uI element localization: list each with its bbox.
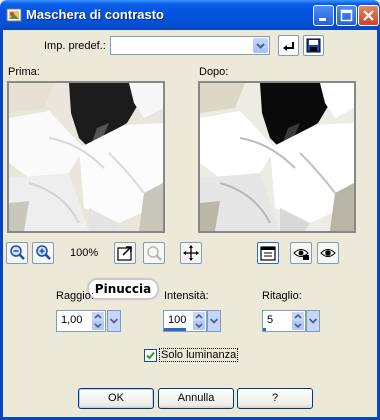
spin-arrows-icon[interactable] xyxy=(92,312,104,330)
app-icon xyxy=(6,8,22,22)
before-preview[interactable] xyxy=(7,81,165,233)
eye-lock-icon xyxy=(293,249,309,260)
pan-arrows-icon xyxy=(183,245,199,261)
close-button[interactable] xyxy=(358,5,379,26)
zoom-out-icon xyxy=(10,245,25,260)
minimize-button[interactable] xyxy=(313,5,334,26)
luminance-label[interactable]: Solo luminanza xyxy=(158,348,239,362)
ok-button[interactable]: OK xyxy=(78,388,154,409)
radius-label: Raggio: xyxy=(56,290,94,302)
radius-value: 1,00 xyxy=(61,314,83,326)
checkmark-icon xyxy=(146,351,155,360)
after-preview-image xyxy=(200,83,354,231)
zoom-reset-button[interactable] xyxy=(143,242,165,264)
luminance-checkbox[interactable] xyxy=(144,349,157,362)
undo-arrow-icon xyxy=(283,42,294,51)
preset-label: Imp. predef.: xyxy=(44,40,106,52)
zoom-in-button[interactable] xyxy=(32,242,54,264)
dialog-window: Maschera di contrasto Imp. predef.: Prim… xyxy=(0,0,380,420)
eye-icon xyxy=(320,249,336,257)
clipping-input[interactable]: 5 xyxy=(262,310,306,332)
preset-dropdown-button[interactable] xyxy=(253,38,268,53)
save-preset-button[interactable] xyxy=(303,35,324,56)
cancel-button[interactable]: Annulla xyxy=(158,388,234,409)
clipping-value: 5 xyxy=(267,314,274,326)
window-title: Maschera di contrasto xyxy=(26,7,164,22)
after-label: Dopo: xyxy=(199,66,229,78)
watermark-text: Pinuccia xyxy=(94,282,152,296)
clipping-label: Ritaglio: xyxy=(262,290,302,302)
intensity-level-bar xyxy=(164,328,186,331)
pan-button[interactable] xyxy=(180,242,202,264)
preview-toggle-button[interactable] xyxy=(257,242,279,264)
zoom-in-icon xyxy=(36,245,51,260)
intensity-dropdown-icon[interactable] xyxy=(207,310,221,332)
minimize-icon xyxy=(319,18,326,21)
zoom-fit-button[interactable] xyxy=(114,242,136,264)
preview-window-icon xyxy=(260,246,276,261)
close-icon xyxy=(363,10,374,21)
window-frame-left xyxy=(0,30,3,420)
preset-select[interactable] xyxy=(110,36,270,55)
before-label: Prima: xyxy=(8,66,40,78)
proof-button[interactable] xyxy=(290,242,312,264)
zoom-out-button[interactable] xyxy=(6,242,28,264)
fit-window-icon xyxy=(117,246,132,261)
zoom-actual-icon xyxy=(147,246,162,261)
chevron-down-icon xyxy=(256,43,265,49)
title-bar[interactable]: Maschera di contrasto xyxy=(0,0,380,30)
before-preview-image xyxy=(9,83,163,231)
spin-arrows-icon[interactable] xyxy=(292,312,304,330)
spin-arrows-icon[interactable] xyxy=(193,312,205,330)
intensity-label: Intensità: xyxy=(164,290,209,302)
save-disk-icon xyxy=(306,38,321,53)
reset-preset-button[interactable] xyxy=(278,35,299,56)
clipping-dropdown-icon[interactable] xyxy=(306,310,320,332)
maximize-icon xyxy=(340,9,353,22)
zoom-level: 100% xyxy=(70,247,99,259)
intensity-input[interactable]: 100 xyxy=(163,310,207,332)
clipping-level-bar xyxy=(263,328,266,331)
maximize-button[interactable] xyxy=(336,5,357,26)
auto-proof-button[interactable] xyxy=(317,242,339,264)
watermark-badge: Pinuccia xyxy=(88,279,158,299)
help-button[interactable]: ? xyxy=(237,388,313,409)
after-preview xyxy=(198,81,356,233)
intensity-value: 100 xyxy=(168,314,187,326)
radius-dropdown-icon[interactable] xyxy=(107,310,121,332)
radius-input[interactable]: 1,00 xyxy=(56,310,106,332)
